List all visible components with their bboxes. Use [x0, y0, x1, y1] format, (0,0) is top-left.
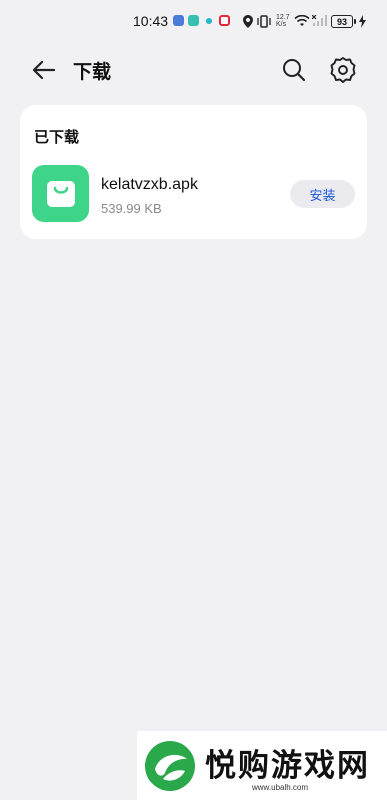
- watermark-brand: 悦购游戏网: [205, 748, 370, 784]
- page-title: 下载: [73, 61, 112, 83]
- app-notification-icon: [219, 15, 230, 26]
- file-size: 539.99 KB: [101, 201, 162, 216]
- toolbar: 下载: [0, 48, 387, 92]
- app-notification-icon: [188, 15, 199, 26]
- download-item[interactable]: kelatvzxb.apk 539.99 KB 安装: [20, 163, 367, 225]
- back-button[interactable]: [30, 56, 58, 84]
- section-title: 已下载: [34, 128, 80, 146]
- location-icon: [243, 15, 253, 28]
- shopping-bag-icon: [46, 180, 75, 207]
- settings-button[interactable]: [328, 55, 358, 85]
- wifi-icon: [294, 15, 310, 26]
- watermark-logo-icon: [145, 741, 195, 791]
- battery-indicator: 93: [331, 15, 356, 28]
- watermark: 悦购游戏网 www.ubalh.com: [137, 731, 387, 800]
- back-arrow-icon: [32, 60, 56, 80]
- app-notification-icon: [173, 15, 184, 26]
- status-bar: 10:43 12.7 K/s 93: [0, 0, 387, 44]
- network-speed: 12.7 K/s: [276, 14, 290, 28]
- app-notification-icon: [206, 18, 212, 24]
- apk-file-icon: [32, 165, 89, 222]
- status-time: 10:43: [133, 13, 169, 29]
- install-button[interactable]: 安装: [290, 180, 355, 208]
- search-icon: [283, 59, 306, 82]
- vibrate-icon: [257, 15, 271, 28]
- watermark-url: www.ubalh.com: [252, 783, 309, 792]
- charging-icon: [359, 15, 366, 28]
- gear-icon: [330, 57, 356, 83]
- signal-icon: [312, 15, 327, 26]
- file-name: kelatvzxb.apk: [101, 176, 198, 193]
- search-button[interactable]: [280, 56, 308, 84]
- downloaded-card: 已下载 kelatvzxb.apk 539.99 KB 安装: [20, 105, 367, 239]
